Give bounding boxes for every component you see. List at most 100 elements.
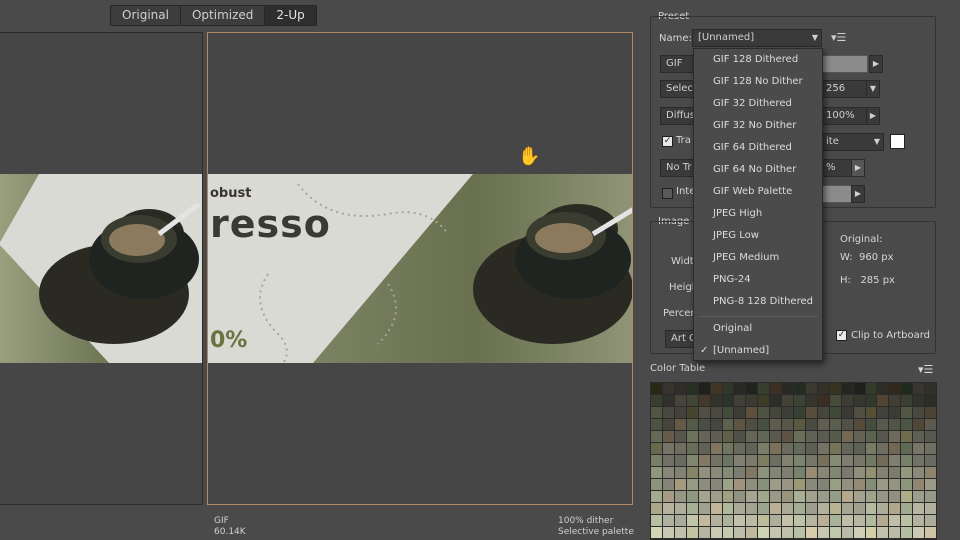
color-swatch[interactable] [722,527,734,538]
menu-item[interactable]: PNG-8 128 Dithered [694,291,822,313]
color-swatch[interactable] [817,383,829,394]
menu-item[interactable]: GIF 64 Dithered [694,137,822,159]
color-swatch[interactable] [794,431,805,442]
color-swatch[interactable] [841,515,853,526]
color-swatch[interactable] [913,467,925,478]
color-swatch[interactable] [829,383,841,394]
color-swatch[interactable] [758,407,770,418]
preset-name-select[interactable]: [Unnamed] ▼ [692,29,822,47]
color-swatch[interactable] [877,467,889,478]
color-swatch[interactable] [722,443,734,454]
color-swatch[interactable] [805,431,817,442]
color-swatch[interactable] [722,479,734,490]
color-swatch[interactable] [901,407,913,418]
color-swatch[interactable] [746,503,758,514]
color-swatch[interactable] [770,455,782,466]
color-swatch[interactable] [925,431,936,442]
color-swatch[interactable] [710,479,722,490]
color-swatch[interactable] [877,383,889,394]
color-swatch[interactable] [925,419,936,430]
color-swatch[interactable] [734,443,746,454]
color-swatch[interactable] [710,407,722,418]
color-swatch[interactable] [770,395,782,406]
color-swatch[interactable] [746,515,758,526]
color-swatch[interactable] [698,515,710,526]
format-arrow-icon[interactable]: ▶ [869,55,883,73]
color-swatch[interactable] [889,503,901,514]
color-swatch[interactable] [770,419,782,430]
color-swatch[interactable] [794,467,805,478]
color-swatch[interactable] [782,455,793,466]
color-swatch[interactable] [794,515,805,526]
color-swatch[interactable] [925,395,936,406]
color-swatch[interactable] [865,455,877,466]
color-swatch[interactable] [805,479,817,490]
color-swatch[interactable] [662,383,674,394]
color-swatch[interactable] [782,383,793,394]
color-swatch[interactable] [674,467,686,478]
color-swatch[interactable] [651,467,662,478]
color-swatch[interactable] [877,419,889,430]
color-swatch[interactable] [698,479,710,490]
color-swatch[interactable] [865,491,877,502]
color-swatch[interactable] [770,443,782,454]
color-swatch[interactable] [794,527,805,538]
color-swatch[interactable] [901,503,913,514]
color-swatch[interactable] [913,491,925,502]
color-swatch[interactable] [722,455,734,466]
color-swatch[interactable] [794,395,805,406]
color-swatch[interactable] [877,443,889,454]
color-swatch[interactable] [925,503,936,514]
tab-2-up[interactable]: 2-Up [265,6,316,25]
menu-item[interactable]: PNG-24 [694,269,822,291]
color-swatch[interactable] [865,503,877,514]
color-swatch[interactable] [913,395,925,406]
color-swatch[interactable] [889,491,901,502]
color-swatch[interactable] [734,491,746,502]
color-swatch[interactable] [686,419,698,430]
color-swatch[interactable] [865,407,877,418]
tab-original[interactable]: Original [111,6,181,25]
color-swatch[interactable] [674,383,686,394]
color-swatch[interactable] [651,431,662,442]
color-swatch[interactable] [770,407,782,418]
menu-item[interactable]: GIF 32 No Dither [694,115,822,137]
color-swatch[interactable] [698,443,710,454]
color-swatch[interactable] [865,431,877,442]
menu-item[interactable]: Original [694,318,822,340]
color-swatch[interactable] [782,395,793,406]
color-swatch[interactable] [674,443,686,454]
color-swatch[interactable] [913,527,925,538]
color-swatch[interactable] [817,431,829,442]
matte-color-swatch[interactable] [890,134,905,149]
color-swatch[interactable] [805,419,817,430]
color-swatch[interactable] [817,419,829,430]
color-swatch[interactable] [662,515,674,526]
color-swatch[interactable] [829,455,841,466]
color-swatch[interactable] [662,443,674,454]
color-swatch[interactable] [662,395,674,406]
color-swatch[interactable] [841,455,853,466]
color-swatch[interactable] [746,431,758,442]
color-swatch[interactable] [877,527,889,538]
color-swatch[interactable] [662,491,674,502]
color-swatch[interactable] [686,479,698,490]
color-swatch[interactable] [901,443,913,454]
color-swatch[interactable] [853,395,865,406]
color-swatch[interactable] [746,419,758,430]
color-swatch[interactable] [782,431,793,442]
color-swatch[interactable] [734,431,746,442]
color-swatch[interactable] [770,479,782,490]
color-swatch[interactable] [913,503,925,514]
interlaced-checkbox[interactable] [662,188,673,199]
original-preview-pane[interactable]: obust [0,32,203,505]
color-swatch[interactable] [710,431,722,442]
color-swatch[interactable] [770,515,782,526]
color-swatch[interactable] [734,515,746,526]
color-swatch[interactable] [651,515,662,526]
menu-item[interactable]: GIF 32 Dithered [694,93,822,115]
color-swatch[interactable] [770,503,782,514]
color-swatch[interactable] [901,419,913,430]
color-swatch[interactable] [698,383,710,394]
color-swatch[interactable] [651,395,662,406]
